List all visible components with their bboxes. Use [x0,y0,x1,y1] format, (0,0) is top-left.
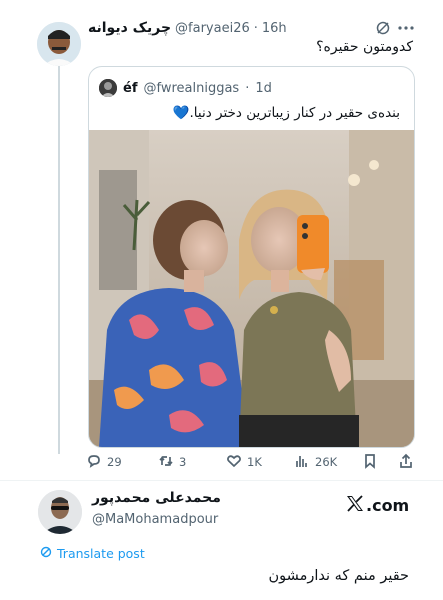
reply-text: حقیر منم که ندارمشون [268,568,410,584]
quoted-text: بنده‌ی حقیر در کنار زیباترین دختر دنیا.💙 [172,105,400,121]
quoted-post[interactable]: éf @fwrealniggas · 1d بنده‌ی حقیر در کنا… [88,66,415,448]
like-count: 1K [247,455,262,469]
post-photo[interactable] [89,130,414,447]
quoted-avatar[interactable] [99,79,117,97]
bookmark-icon [362,453,378,472]
quoted-display-name[interactable]: éf [123,81,137,96]
more-dots-icon[interactable] [397,20,415,36]
repost-icon [158,453,174,472]
x-brand-logo: .com [346,495,409,516]
like-button[interactable]: 1K [226,450,262,474]
x-logo-icon [346,495,364,516]
views-count: 26K [315,455,338,469]
reply-icon [86,453,102,472]
reply-count: 29 [107,455,122,469]
post-header: چریک دیوانه @faryaei26 · 16h [88,17,378,39]
repost-count: 3 [179,455,187,469]
reply-user-handle[interactable]: @MaMohamadpour [92,512,218,527]
repost-button[interactable]: 3 [158,450,186,474]
translate-label: Translate post [57,546,145,561]
bookmark-button[interactable] [362,450,378,474]
avatar[interactable] [37,22,81,66]
views-button[interactable]: 26K [294,450,337,474]
main-post[interactable]: چریک دیوانه @faryaei26 · 16h کدومتون حقی… [0,0,443,481]
quoted-header: éf @fwrealniggas · 1d [99,76,272,100]
like-icon [226,453,242,472]
post-text: کدومتون حقیره؟ [316,39,413,55]
display-name[interactable]: چریک دیوانه [88,20,171,36]
share-icon [398,453,414,472]
reply-display-name[interactable]: محمدعلی محمدپور [92,490,252,506]
share-button[interactable] [398,450,414,474]
action-bar: 29 3 1K 26K [86,450,416,474]
grok-icon[interactable] [375,20,391,36]
quoted-separator: · [245,80,250,96]
user-handle[interactable]: @faryaei26 [175,21,250,36]
reply-button[interactable]: 29 [86,450,122,474]
translate-post-link[interactable]: Translate post [40,546,145,561]
reply-avatar[interactable] [38,490,82,534]
views-icon [294,453,310,472]
brand-domain: .com [366,496,410,515]
post-time[interactable]: 16h [262,21,287,36]
translate-icon [40,546,52,561]
quoted-time[interactable]: 1d [255,81,272,96]
separator: · [253,20,258,36]
quoted-handle[interactable]: @fwrealniggas [143,81,239,96]
thread-line [58,66,60,454]
